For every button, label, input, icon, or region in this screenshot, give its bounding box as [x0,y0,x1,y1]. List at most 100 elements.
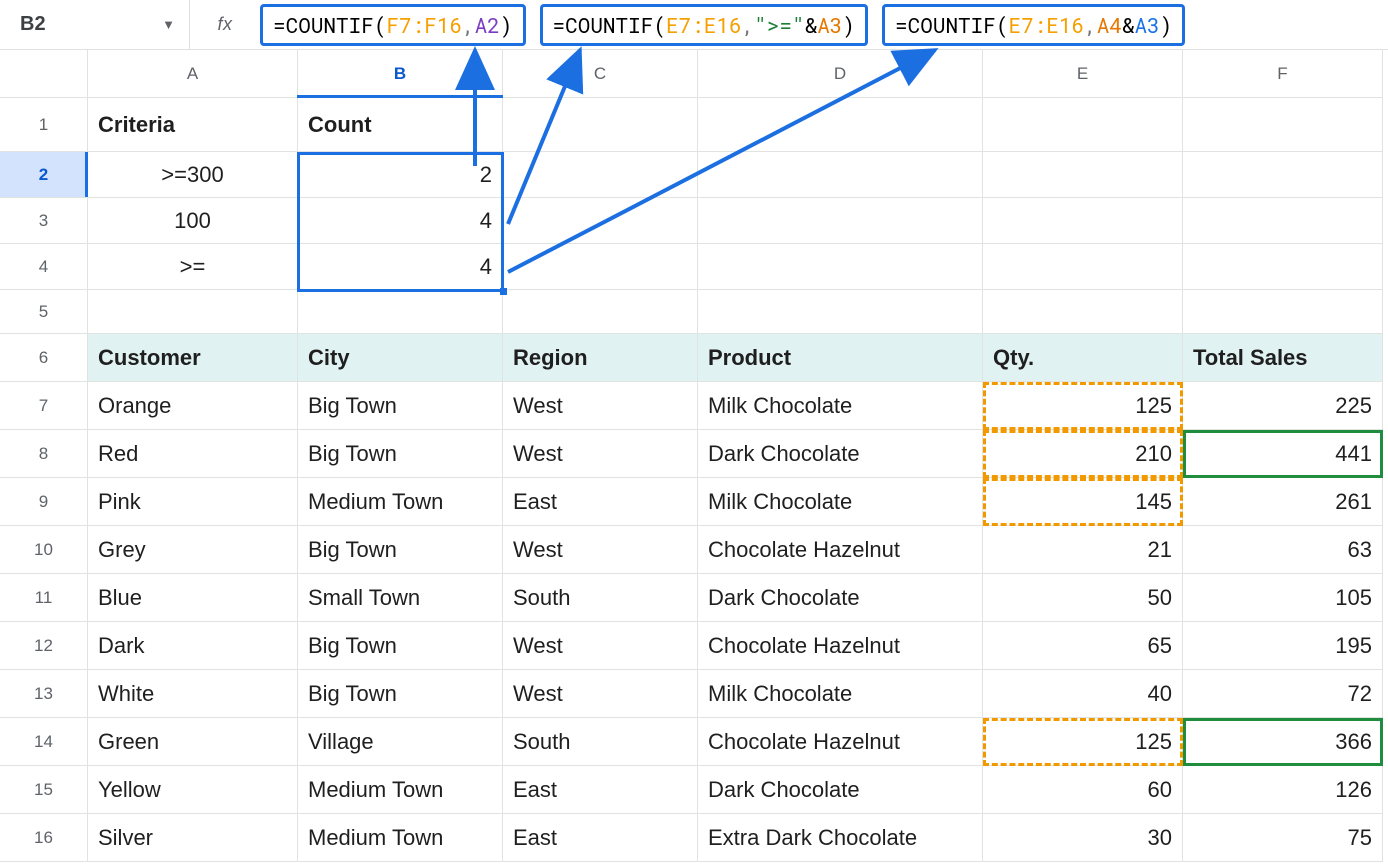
cell-A12[interactable]: Dark [88,622,298,670]
cell-D8[interactable]: Dark Chocolate [698,430,983,478]
cell-D3[interactable] [698,198,983,244]
cell-E3[interactable] [983,198,1183,244]
row-head-7[interactable]: 7 [0,382,88,430]
cell-F4[interactable] [1183,244,1383,290]
cell-D5[interactable] [698,290,983,334]
cell-C7[interactable]: West [503,382,698,430]
cell-C12[interactable]: West [503,622,698,670]
row-head-13[interactable]: 13 [0,670,88,718]
cell-A1[interactable]: Criteria [88,98,298,152]
row-head-1[interactable]: 1 [0,98,88,152]
cell-C1[interactable] [503,98,698,152]
cell-A7[interactable]: Orange [88,382,298,430]
cell-C6[interactable]: Region [503,334,698,382]
cell-D6[interactable]: Product [698,334,983,382]
cell-A3[interactable]: 100 [88,198,298,244]
cell-C11[interactable]: South [503,574,698,622]
cell-D1[interactable] [698,98,983,152]
cell-A11[interactable]: Blue [88,574,298,622]
row-head-6[interactable]: 6 [0,334,88,382]
cell-B14[interactable]: Village [298,718,503,766]
cell-E13[interactable]: 40 [983,670,1183,718]
cell-E1[interactable] [983,98,1183,152]
cell-F3[interactable] [1183,198,1383,244]
cell-F8[interactable]: 441 [1183,430,1383,478]
cell-F2[interactable] [1183,152,1383,198]
row-head-9[interactable]: 9 [0,478,88,526]
cell-A13[interactable]: White [88,670,298,718]
cell-D15[interactable]: Dark Chocolate [698,766,983,814]
row-head-4[interactable]: 4 [0,244,88,290]
row-head-16[interactable]: 16 [0,814,88,862]
cell-B3[interactable]: 4 [298,198,503,244]
cell-F11[interactable]: 105 [1183,574,1383,622]
cell-A15[interactable]: Yellow [88,766,298,814]
cell-E9[interactable]: 145 [983,478,1183,526]
cell-F15[interactable]: 126 [1183,766,1383,814]
cell-C14[interactable]: South [503,718,698,766]
col-head-C[interactable]: C [503,50,698,98]
cell-E6[interactable]: Qty. [983,334,1183,382]
cell-B7[interactable]: Big Town [298,382,503,430]
cell-B10[interactable]: Big Town [298,526,503,574]
cell-D11[interactable]: Dark Chocolate [698,574,983,622]
cell-A6[interactable]: Customer [88,334,298,382]
col-head-F[interactable]: F [1183,50,1383,98]
cell-C4[interactable] [503,244,698,290]
cell-D14[interactable]: Chocolate Hazelnut [698,718,983,766]
cell-F10[interactable]: 63 [1183,526,1383,574]
cell-F1[interactable] [1183,98,1383,152]
cell-B1[interactable]: Count [298,98,503,152]
cell-B8[interactable]: Big Town [298,430,503,478]
cell-D16[interactable]: Extra Dark Chocolate [698,814,983,862]
row-head-3[interactable]: 3 [0,198,88,244]
cell-C9[interactable]: East [503,478,698,526]
row-head-2[interactable]: 2 [0,152,88,198]
cell-D10[interactable]: Chocolate Hazelnut [698,526,983,574]
cell-D13[interactable]: Milk Chocolate [698,670,983,718]
cell-B15[interactable]: Medium Town [298,766,503,814]
cell-C16[interactable]: East [503,814,698,862]
cell-C13[interactable]: West [503,670,698,718]
col-head-E[interactable]: E [983,50,1183,98]
cell-B16[interactable]: Medium Town [298,814,503,862]
cell-F7[interactable]: 225 [1183,382,1383,430]
cell-C5[interactable] [503,290,698,334]
cell-F9[interactable]: 261 [1183,478,1383,526]
cell-C8[interactable]: West [503,430,698,478]
cell-F14[interactable]: 366 [1183,718,1383,766]
cell-D4[interactable] [698,244,983,290]
cell-C3[interactable] [503,198,698,244]
cell-B13[interactable]: Big Town [298,670,503,718]
cell-A4[interactable]: >= [88,244,298,290]
cell-E10[interactable]: 21 [983,526,1183,574]
cell-F5[interactable] [1183,290,1383,334]
row-head-12[interactable]: 12 [0,622,88,670]
cell-A5[interactable] [88,290,298,334]
cell-E8[interactable]: 210 [983,430,1183,478]
cell-E14[interactable]: 125 [983,718,1183,766]
col-head-D[interactable]: D [698,50,983,98]
cell-E5[interactable] [983,290,1183,334]
cell-F13[interactable]: 72 [1183,670,1383,718]
cell-B5[interactable] [298,290,503,334]
row-head-11[interactable]: 11 [0,574,88,622]
cell-F12[interactable]: 195 [1183,622,1383,670]
cell-B6[interactable]: City [298,334,503,382]
cell-F16[interactable]: 75 [1183,814,1383,862]
cell-C10[interactable]: West [503,526,698,574]
spreadsheet-grid[interactable]: A B C D E F 1 Criteria Count 2 >=300 2 [0,50,1388,862]
cell-B12[interactable]: Big Town [298,622,503,670]
cell-A16[interactable]: Silver [88,814,298,862]
name-box[interactable]: B2 ▼ [0,0,190,49]
cell-D7[interactable]: Milk Chocolate [698,382,983,430]
cell-B11[interactable]: Small Town [298,574,503,622]
cell-E11[interactable]: 50 [983,574,1183,622]
cell-A2[interactable]: >=300 [88,152,298,198]
row-head-15[interactable]: 15 [0,766,88,814]
cell-A8[interactable]: Red [88,430,298,478]
cell-E2[interactable] [983,152,1183,198]
cell-A14[interactable]: Green [88,718,298,766]
cell-B4[interactable]: 4 [298,244,503,290]
cell-C2[interactable] [503,152,698,198]
